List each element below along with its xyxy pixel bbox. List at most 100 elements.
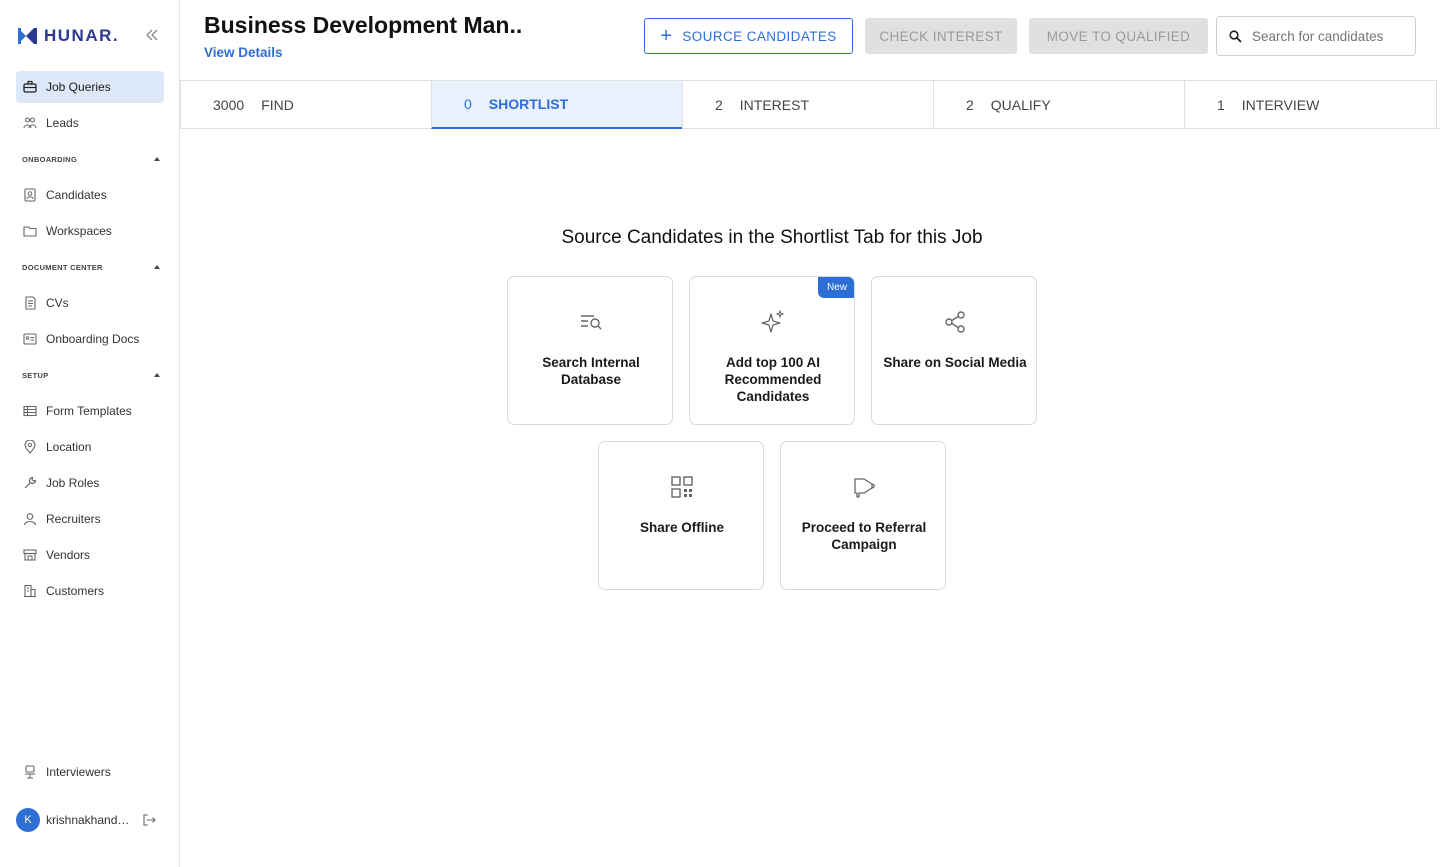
tab-count: 2: [966, 97, 974, 113]
check-interest-label: CHECK INTEREST: [879, 28, 1003, 44]
people-icon: [23, 116, 37, 130]
tab-label: SHORTLIST: [488, 96, 569, 112]
person-icon: [23, 512, 37, 526]
card-label: Search Internal Database: [542, 355, 640, 387]
tab-qualify[interactable]: 2 QUALIFY: [933, 80, 1185, 129]
section-heading: Source Candidates in the Shortlist Tab f…: [561, 227, 983, 248]
avatar: K: [16, 808, 40, 832]
sidebar-item-workspaces[interactable]: Workspaces: [16, 215, 164, 247]
wrench-icon: [23, 476, 37, 490]
logout-icon[interactable]: [142, 813, 156, 827]
tab-interest[interactable]: 2 INTEREST: [682, 80, 934, 129]
plus-icon: +: [660, 25, 673, 47]
caret-up-icon: [154, 157, 160, 161]
share-icon: [945, 311, 965, 333]
hunar-logo-icon: [18, 28, 37, 44]
sidebar-item-cvs[interactable]: CVs: [16, 287, 164, 319]
app-root: HUNAR. Job Queries Leads ONBOARDING Cand…: [0, 0, 1440, 867]
sidebar-item-job-queries[interactable]: Job Queries: [16, 71, 164, 103]
move-to-qualified-button[interactable]: MOVE TO QUALIFIED: [1029, 18, 1208, 54]
sidebar-item-label: Location: [46, 440, 92, 454]
sidebar-item-customers[interactable]: Customers: [16, 575, 164, 607]
section-document-center[interactable]: DOCUMENT CENTER: [22, 260, 160, 274]
folder-icon: [23, 224, 37, 238]
sparkle-icon: [761, 310, 785, 333]
tab-count: 1: [1217, 97, 1225, 113]
table-icon: [23, 404, 37, 418]
search-input[interactable]: [1252, 28, 1412, 44]
document-icon: [23, 296, 37, 310]
sidebar-item-label: Leads: [46, 116, 79, 130]
sidebar-item-label: CVs: [46, 296, 69, 310]
tab-label: INTEREST: [739, 97, 810, 113]
sidebar-item-label: Candidates: [46, 188, 107, 202]
sidebar-item-label: Interviewers: [46, 765, 111, 779]
check-interest-button[interactable]: CHECK INTEREST: [865, 18, 1017, 54]
caret-up-icon: [154, 373, 160, 377]
pipeline-tabs: 3000 FIND 0 SHORTLIST 2 INTEREST 2 QUALI…: [180, 80, 1440, 129]
section-label: SETUP: [22, 370, 49, 380]
card-label: Add top 100 AI Recommended Candidates: [724, 355, 822, 404]
user-profile[interactable]: K krishnakhandel...: [16, 808, 164, 832]
qr-code-icon: [671, 476, 693, 498]
section-setup[interactable]: SETUP: [22, 368, 160, 382]
sidebar-item-candidates[interactable]: Candidates: [16, 179, 164, 211]
tab-label: QUALIFY: [990, 97, 1051, 113]
view-details-link[interactable]: View Details: [204, 45, 283, 60]
sidebar-item-label: Job Roles: [46, 476, 100, 490]
chair-icon: [23, 765, 37, 779]
sidebar: HUNAR. Job Queries Leads ONBOARDING Cand…: [0, 0, 180, 867]
search-list-icon: [581, 315, 602, 330]
tab-count: 0: [464, 96, 472, 112]
sidebar-item-label: Onboarding Docs: [46, 332, 140, 346]
sidebar-item-label: Workspaces: [46, 224, 112, 238]
sidebar-item-label: Form Templates: [46, 404, 132, 418]
sidebar-item-job-roles[interactable]: Job Roles: [16, 467, 164, 499]
tab-label: FIND: [261, 97, 294, 113]
card-label: Proceed to Referral Campaign: [801, 520, 927, 552]
briefcase-icon: [23, 80, 37, 94]
sidebar-item-leads[interactable]: Leads: [16, 107, 164, 139]
sidebar-item-label: Vendors: [46, 548, 91, 562]
job-title: Business Development Man..: [204, 12, 523, 38]
tab-count: 2: [715, 97, 723, 113]
source-candidates-button[interactable]: + SOURCE CANDIDATES: [644, 18, 853, 54]
source-candidates-label: SOURCE CANDIDATES: [682, 28, 837, 44]
sidebar-item-label: Customers: [46, 584, 105, 598]
card-label: Share on Social Media: [883, 355, 1027, 370]
id-badge-icon: [23, 332, 37, 346]
search-box: [1216, 16, 1416, 56]
tab-shortlist[interactable]: 0 SHORTLIST: [431, 80, 683, 129]
search-icon: [1229, 29, 1242, 43]
sidebar-item-location[interactable]: Location: [16, 431, 164, 463]
location-pin-icon: [23, 440, 37, 454]
card-referral-campaign[interactable]: Proceed to Referral Campaign: [780, 441, 946, 590]
id-card-icon: [23, 188, 37, 202]
tab-count: 3000: [213, 97, 245, 113]
card-ai-recommended[interactable]: New Add top 100 AI Recommended Candidate…: [689, 276, 855, 425]
building-icon: [23, 584, 37, 598]
caret-up-icon: [154, 265, 160, 269]
sidebar-item-label: Job Queries: [46, 80, 111, 94]
tab-interview[interactable]: 1 INTERVIEW: [1184, 80, 1437, 129]
logo[interactable]: HUNAR.: [17, 26, 119, 46]
section-label: ONBOARDING: [22, 154, 78, 164]
card-search-internal-database[interactable]: Search Internal Database: [507, 276, 673, 425]
sidebar-item-vendors[interactable]: Vendors: [16, 539, 164, 571]
sidebar-item-recruiters[interactable]: Recruiters: [16, 503, 164, 535]
user-name: krishnakhandel...: [46, 813, 132, 827]
new-badge: New: [817, 277, 854, 298]
move-to-qualified-label: MOVE TO QUALIFIED: [1046, 28, 1191, 44]
card-share-offline[interactable]: Share Offline: [598, 441, 764, 590]
store-icon: [23, 548, 37, 562]
sidebar-item-onboarding-docs[interactable]: Onboarding Docs: [16, 323, 164, 355]
tab-find[interactable]: 3000 FIND: [180, 80, 432, 129]
collapse-sidebar-icon[interactable]: [144, 27, 160, 43]
section-onboarding[interactable]: ONBOARDING: [22, 152, 160, 166]
logo-text: HUNAR.: [44, 26, 120, 45]
card-share-social-media[interactable]: Share on Social Media: [871, 276, 1037, 425]
megaphone-icon: [854, 478, 875, 498]
sidebar-item-form-templates[interactable]: Form Templates: [16, 395, 164, 427]
sidebar-item-label: Recruiters: [46, 512, 101, 526]
sidebar-item-interviewers[interactable]: Interviewers: [16, 756, 164, 788]
